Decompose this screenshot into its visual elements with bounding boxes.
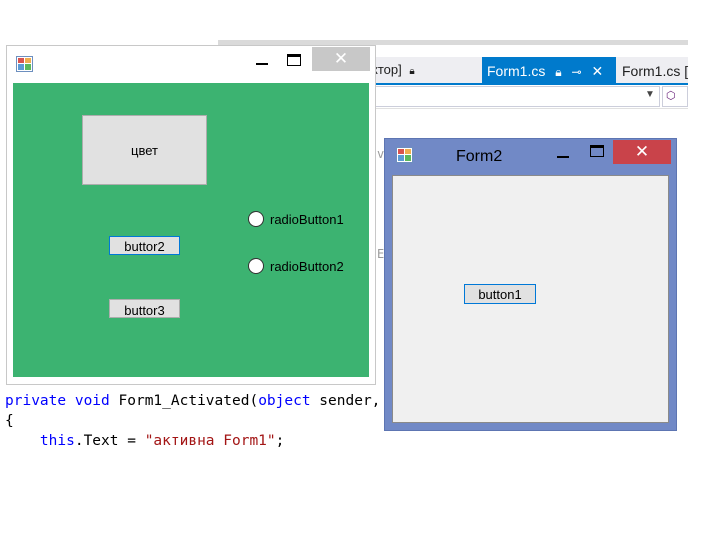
maximize-icon[interactable] — [287, 54, 301, 66]
color-button[interactable]: цвет — [82, 115, 207, 185]
form2-title: Form2 — [456, 148, 503, 165]
keyword: this — [39, 433, 75, 449]
method-name: Form1_Activated( — [118, 393, 259, 409]
ide-tab-active-label: Form1.cs — [487, 63, 546, 79]
ide-tab-form1-cs[interactable]: Form1.cs 🔒︎ ⊸ ✕ — [482, 57, 616, 83]
class-icon: ⬡ — [666, 90, 676, 102]
code-line-1: private void Form1_Activated(object send… — [5, 393, 380, 409]
ide-tab-underline — [370, 83, 688, 85]
keyword: private — [5, 393, 67, 409]
minimize-icon[interactable] — [555, 148, 571, 162]
string-literal: "активна Form1" — [144, 433, 276, 449]
close-button[interactable]: ✕ — [312, 47, 370, 71]
radio-button-1-label[interactable]: radioButton1 — [270, 212, 344, 227]
lock-icon: 🔒︎ — [409, 66, 415, 77]
ide-tab-designer[interactable]: ктор] 🔒︎ — [372, 62, 415, 80]
maximize-icon[interactable] — [590, 145, 604, 157]
ide-divider — [370, 108, 688, 109]
ide-tab-designer-label: ктор] — [372, 62, 402, 77]
pin-icon[interactable]: ⊸ — [572, 65, 582, 79]
windows-form-icon — [16, 56, 33, 72]
code-text: sender, — [310, 393, 381, 409]
radio-button-1[interactable] — [248, 211, 264, 227]
keyword: void — [74, 393, 110, 409]
radio-button-2[interactable] — [248, 258, 264, 274]
chevron-down-icon[interactable]: ▼ — [645, 89, 655, 100]
windows-form-icon — [396, 147, 413, 163]
radio-button-2-label[interactable]: radioButton2 — [270, 259, 344, 271]
close-icon: ✕ — [634, 142, 650, 161]
ide-member-dropdown[interactable]: ⬡ — [662, 86, 688, 107]
button1[interactable]: button1 — [464, 284, 536, 304]
code-line-3: this.Text = "активна Form1"; — [5, 433, 284, 449]
code-text: ; — [275, 433, 285, 449]
button3[interactable]: buttor3 — [109, 299, 180, 318]
code-line-2: { — [5, 413, 14, 429]
button2[interactable]: buttor2 — [109, 236, 180, 255]
code-text: .Text = — [74, 433, 145, 449]
lock-icon: 🔒︎ — [555, 65, 562, 79]
keyword: object — [258, 393, 311, 409]
close-button[interactable]: ✕ — [613, 140, 671, 164]
close-tab-icon[interactable]: ✕ — [591, 63, 603, 79]
close-icon: ✕ — [333, 49, 349, 68]
minimize-icon[interactable] — [254, 54, 270, 68]
ide-navigation-dropdown[interactable] — [370, 86, 660, 107]
ide-tab-form1-designer[interactable]: Form1.cs [ — [622, 63, 688, 79]
